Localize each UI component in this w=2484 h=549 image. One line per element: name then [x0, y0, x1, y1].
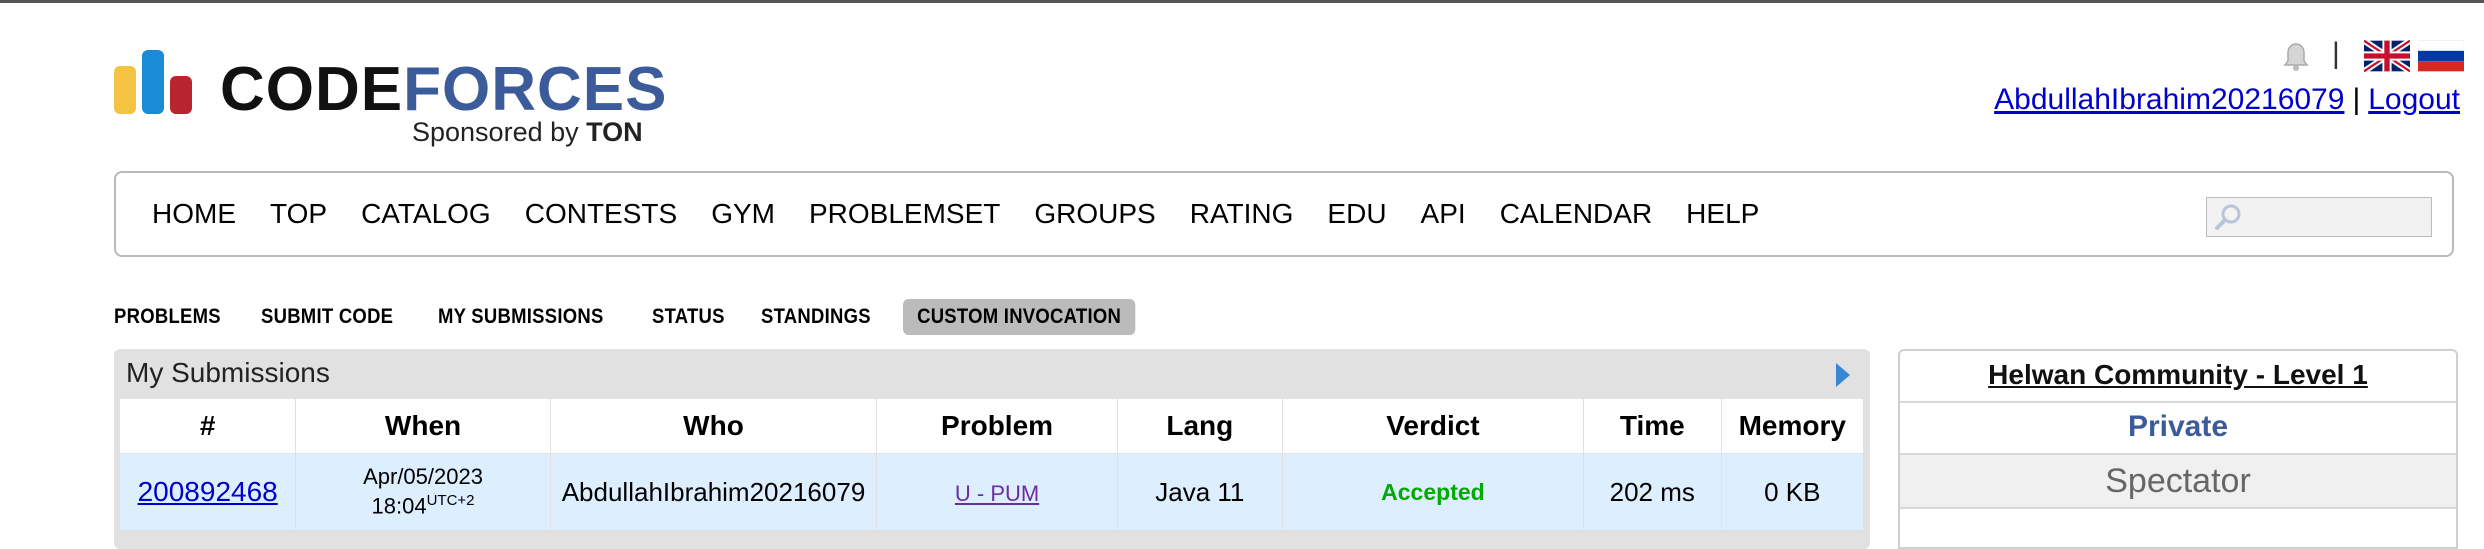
col-verdict: Verdict [1282, 399, 1584, 454]
menu-item-groups[interactable]: GROUPS [1034, 198, 1155, 230]
user-links: AbdullahIbrahim20216079 | Logout [1994, 83, 2460, 117]
submission-id-cell: 200892468 [120, 453, 297, 530]
uk-flag-icon[interactable] [2364, 39, 2410, 73]
menu-item-problemset[interactable]: PROBLEMSET [809, 198, 1000, 230]
codeforces-logo[interactable]: CODEFORCES Sponsored by TON [114, 50, 674, 151]
header-icons: | [2260, 37, 2464, 77]
submission-time-used: 202 ms [1583, 453, 1722, 530]
logo-bar-red [170, 76, 192, 114]
my-submissions-box: My Submissions # When Who Problem Lang V… [114, 349, 1870, 549]
group-visibility: Private [2127, 410, 2229, 443]
user-separator: | [2352, 83, 2361, 116]
submissions-caption: My Submissions [126, 357, 330, 388]
group-visibility-row: Private [1900, 403, 2456, 455]
menu-item-calendar[interactable]: CALENDAR [1500, 198, 1652, 230]
contest-menu: PROBLEMS SUBMIT CODE MY SUBMISSIONS STAT… [114, 297, 1193, 337]
submission-problem-cell: U - PUM [876, 453, 1118, 530]
tab-standings[interactable]: STANDINGS [761, 305, 871, 329]
menu-item-catalog[interactable]: CATALOG [361, 198, 491, 230]
table-row: 200892468 Apr/05/2023 18:04UTC+2 Abdullah… [120, 453, 1865, 530]
col-who: Who [550, 399, 878, 454]
menu-item-home[interactable]: HOME [152, 198, 236, 230]
col-problem: Problem [876, 399, 1118, 454]
submission-memory: 0 KB [1721, 453, 1865, 530]
menu-item-top[interactable]: TOP [270, 198, 327, 230]
submission-time: 18:04 [371, 493, 427, 519]
search-input[interactable] [2206, 197, 2432, 237]
submission-date: Apr/05/2023 [363, 464, 483, 490]
expand-arrow-icon[interactable] [1834, 361, 1852, 389]
header-separator: | [2332, 37, 2340, 70]
logo-bar-blue [142, 50, 164, 114]
tab-custom-invocation[interactable]: CUSTOM INVOCATION [903, 299, 1136, 335]
bell-icon[interactable] [2280, 41, 2312, 73]
submission-lang: Java 11 [1117, 453, 1283, 530]
group-role-row: Spectator [1900, 455, 2456, 509]
main-menu: HOME TOP CATALOG CONTESTS GYM PROBLEMSET… [114, 171, 2454, 257]
tab-submit-code[interactable]: SUBMIT CODE [261, 305, 393, 329]
menu-item-api[interactable]: API [1421, 198, 1466, 230]
submission-verdict: Accepted [1282, 453, 1584, 530]
menu-item-help[interactable]: HELP [1686, 198, 1759, 230]
group-title-row: Helwan Community - Level 1 [1900, 351, 2456, 403]
sponsor-line: Sponsored by TON [412, 117, 643, 147]
submission-when-cell: Apr/05/2023 18:04UTC+2 [295, 453, 551, 530]
group-role: Spectator [2105, 462, 2251, 500]
search-icon [2215, 204, 2241, 230]
col-lang: Lang [1117, 399, 1283, 454]
menu-item-contests[interactable]: CONTESTS [525, 198, 677, 230]
group-sidebar: Helwan Community - Level 1 Private Spect… [1898, 349, 2458, 549]
russia-flag-icon[interactable] [2418, 39, 2464, 73]
logo-bar-yellow [114, 66, 136, 114]
submission-problem-link[interactable]: U - PUM [955, 481, 1039, 506]
logout-link[interactable]: Logout [2368, 83, 2460, 116]
username-link[interactable]: AbdullahIbrahim20216079 [1994, 83, 2344, 116]
menu-item-gym[interactable]: GYM [711, 198, 775, 230]
submission-id-link[interactable]: 200892468 [138, 476, 278, 507]
table-header-row: # When Who Problem Lang Verdict Time Mem… [120, 399, 1865, 454]
submissions-table: # When Who Problem Lang Verdict Time Mem… [120, 399, 1865, 530]
menu-item-edu[interactable]: EDU [1327, 198, 1386, 230]
tab-status[interactable]: STATUS [652, 305, 725, 329]
submission-tz: UTC+2 [426, 492, 475, 510]
logo-wordmark: CODEFORCES [220, 55, 668, 124]
col-memory: Memory [1721, 399, 1865, 454]
group-title-link[interactable]: Helwan Community - Level 1 [1988, 359, 2368, 390]
col-time: Time [1583, 399, 1722, 454]
submission-who: AbdullahIbrahim20216079 [550, 453, 878, 530]
col-id: # [120, 399, 297, 454]
col-when: When [295, 399, 551, 454]
tab-my-submissions[interactable]: MY SUBMISSIONS [438, 305, 604, 329]
tab-problems[interactable]: PROBLEMS [114, 305, 221, 329]
menu-item-rating[interactable]: RATING [1190, 198, 1294, 230]
